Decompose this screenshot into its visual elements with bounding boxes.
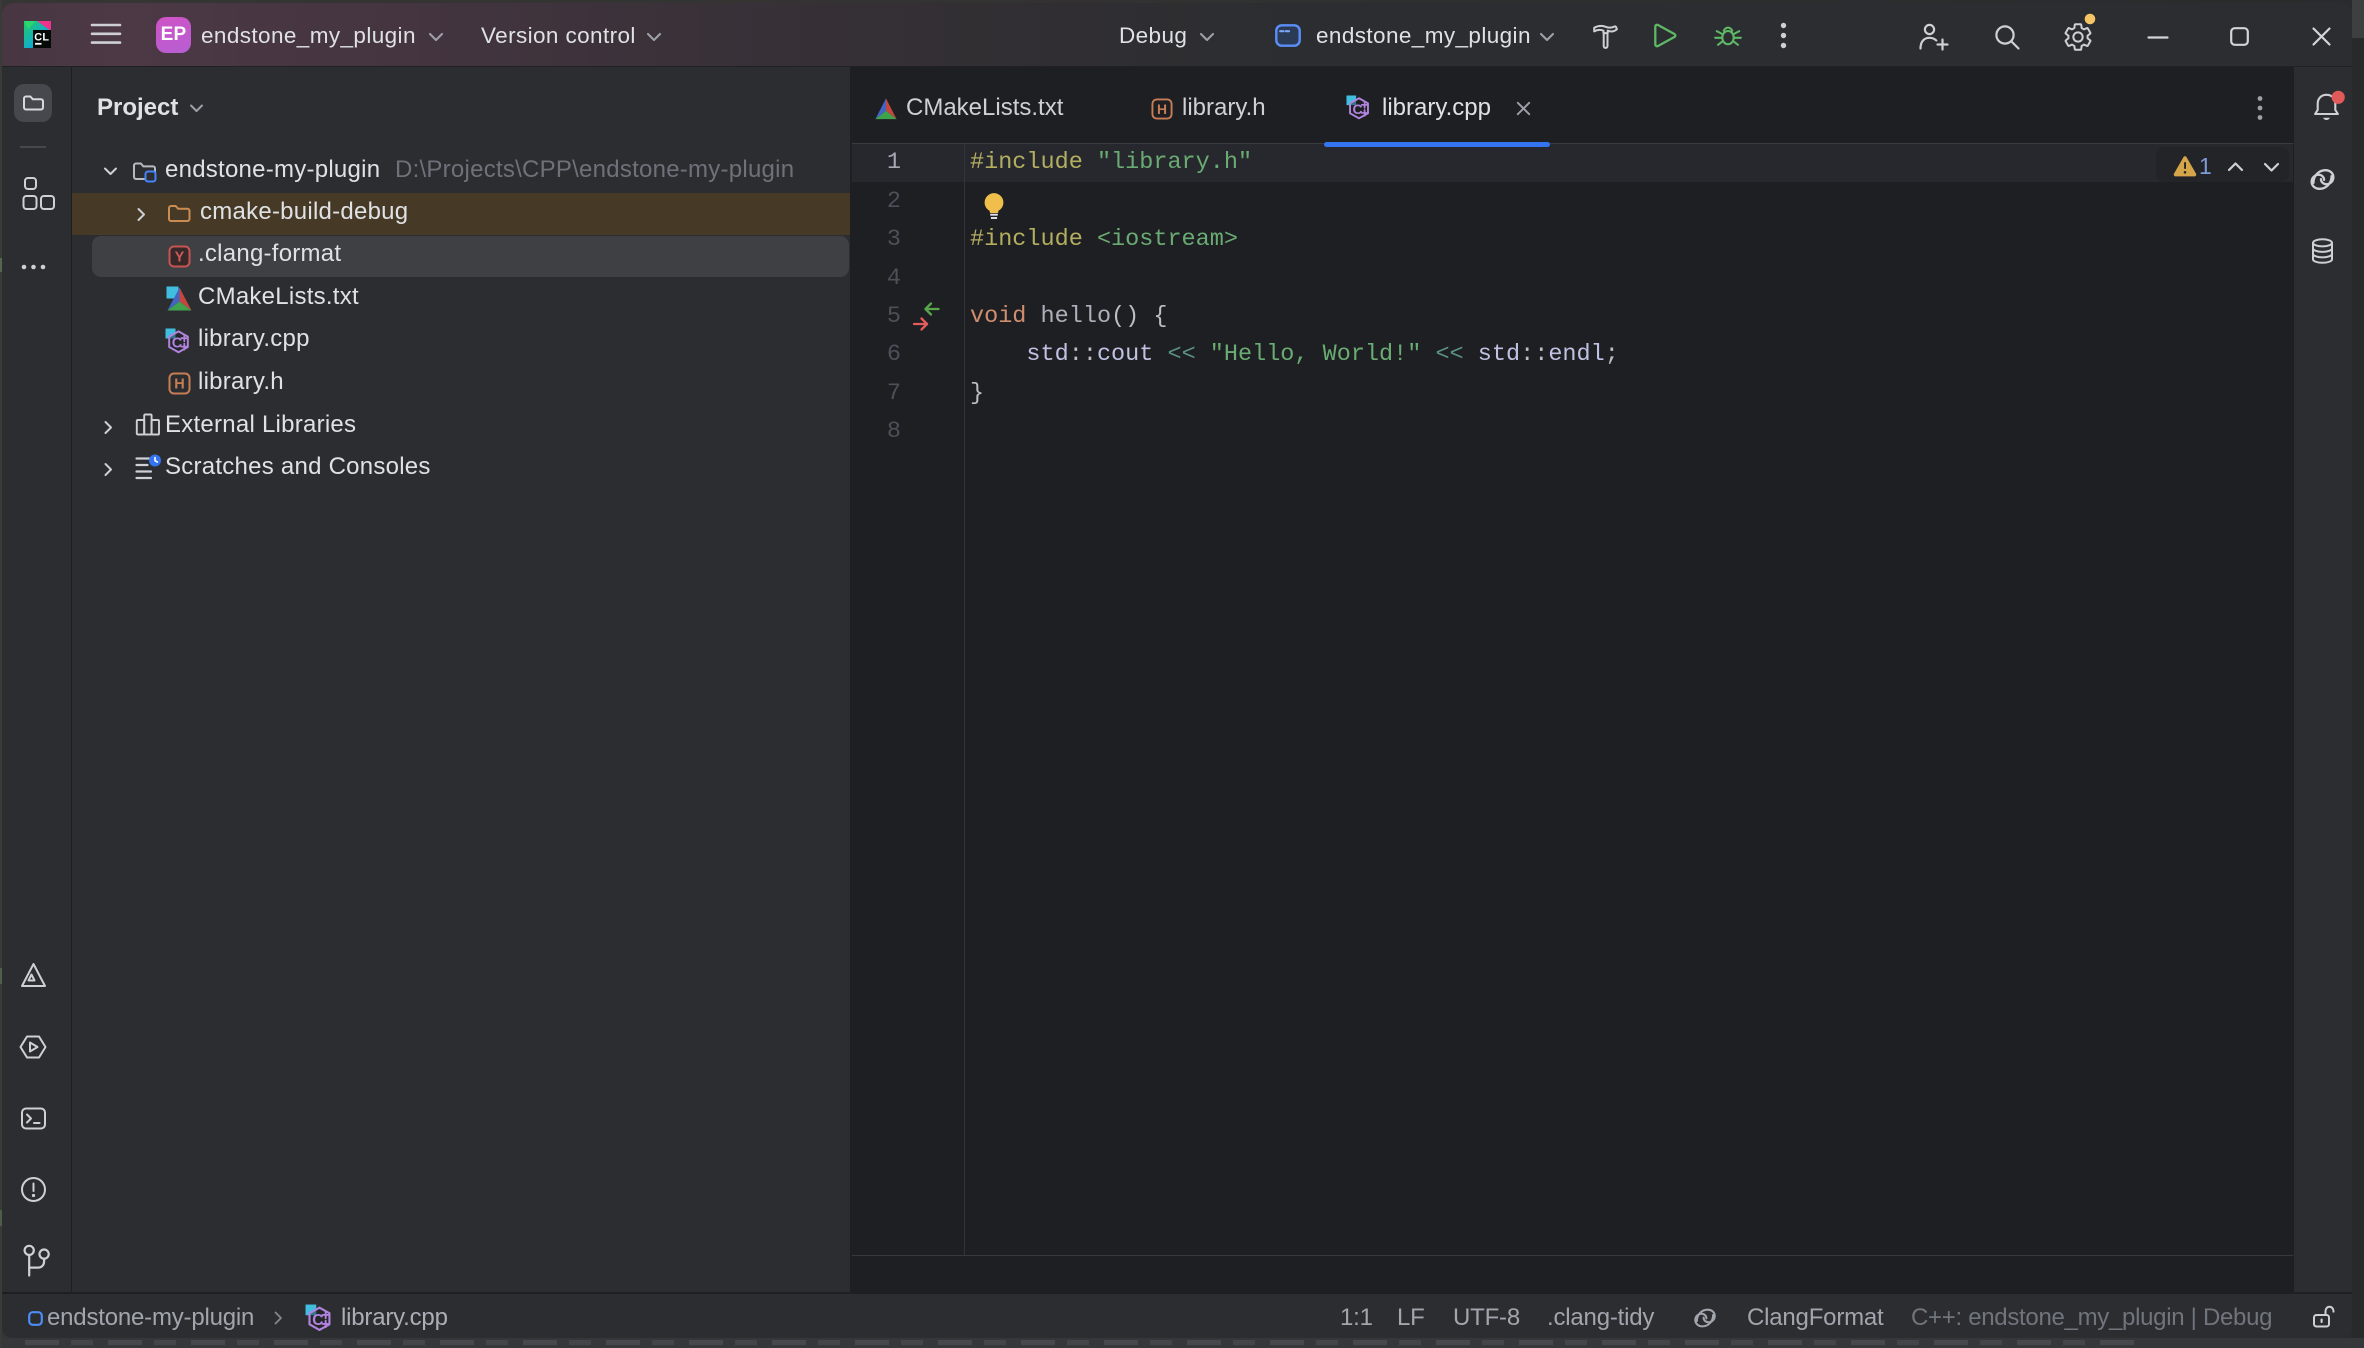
svg-text:H: H [1157,101,1167,117]
svg-text:CL: CL [34,31,49,43]
svg-text:Y: Y [175,250,185,266]
svg-text:C: C [1353,101,1363,117]
svg-text:H: H [174,377,184,393]
